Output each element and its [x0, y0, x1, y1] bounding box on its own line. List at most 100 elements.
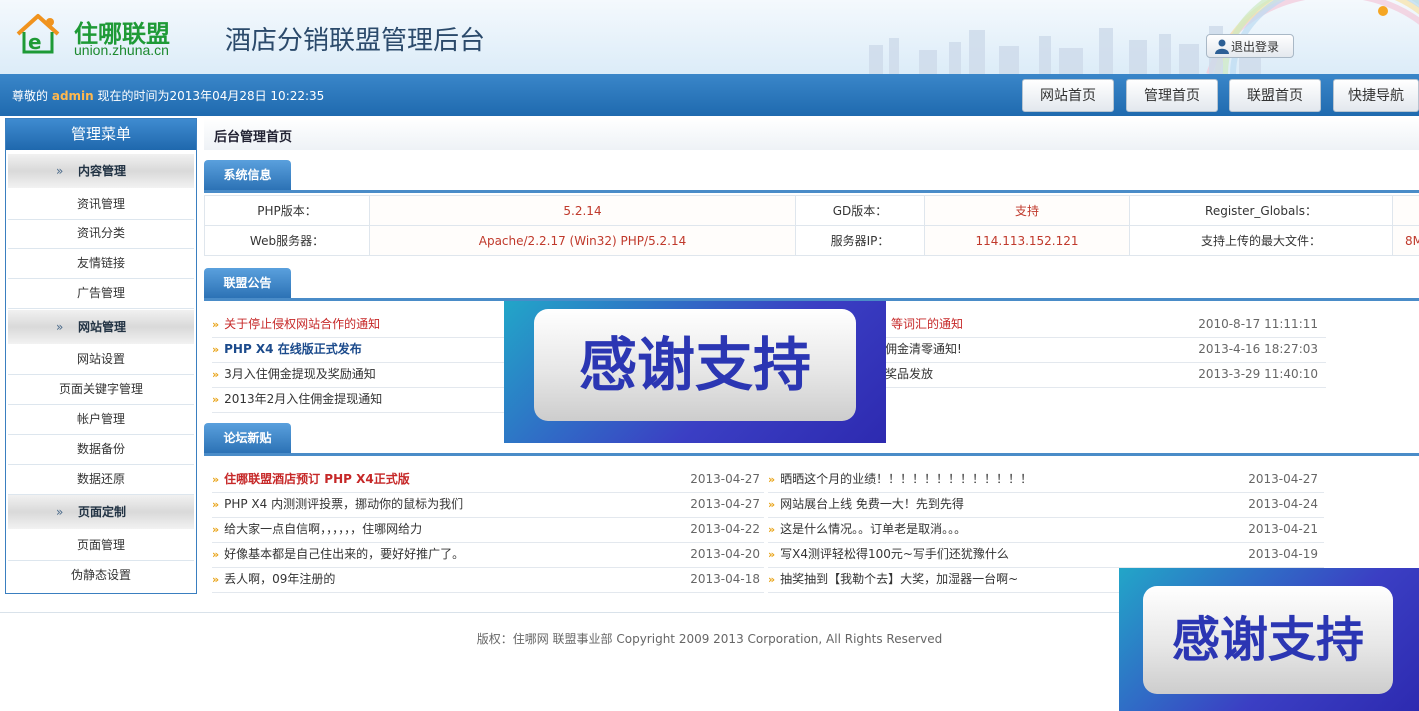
- forum-item[interactable]: » 好像基本都是自己住出来的，要好好推广了。 2013-04-20: [212, 542, 764, 568]
- breadcrumb-bar: [204, 118, 1419, 150]
- notice-title[interactable]: 3月入住佣金提现及奖励通知: [224, 367, 376, 381]
- arrow-bullet-icon: »: [768, 573, 776, 586]
- forum-item[interactable]: » 住哪联盟酒店预订 PHP X4正式版 2013-04-27: [212, 467, 764, 493]
- forum-title[interactable]: 写X4测评轻松得100元~写手们还犹豫什么: [780, 547, 1009, 561]
- notice-item[interactable]: 奖品发放 2013-3-29 11:40:10: [880, 362, 1326, 388]
- notice-item[interactable]: » 3月入住佣金提现及奖励通知: [212, 362, 512, 388]
- sidebar-item-news-category[interactable]: 资讯分类: [8, 219, 194, 249]
- arrow-bullet-icon: »: [212, 393, 220, 406]
- forum-date: 2013-04-19: [1248, 547, 1318, 561]
- forum-date: 2013-04-20: [690, 547, 760, 561]
- sidebar-item-backup[interactable]: 数据备份: [8, 435, 194, 465]
- info-value: Apache/2.2.17 (Win32) PHP/5.2.14: [369, 225, 796, 256]
- notice-title[interactable]: 奖品发放: [885, 367, 933, 381]
- info-key: GD版本：: [795, 195, 925, 226]
- tab-system-info[interactable]: 系统信息: [204, 160, 291, 190]
- forum-title[interactable]: 晒晒这个月的业绩！！！！！！！！！！！！！: [780, 472, 1032, 486]
- arrow-bullet-icon: »: [212, 343, 220, 356]
- chevron-down-icon: »: [56, 505, 64, 519]
- notice-item[interactable]: 等词汇的通知 2010-8-17 11:11:11: [880, 312, 1326, 338]
- forum-title[interactable]: PHP X4 内测测评投票，挪动你的鼠标为我们: [224, 497, 463, 511]
- tab-forum[interactable]: 论坛新贴: [204, 423, 291, 453]
- nav-admin-home-button[interactable]: 管理首页: [1126, 79, 1218, 112]
- arrow-bullet-icon: »: [768, 498, 776, 511]
- notice-title[interactable]: 2013年2月入住佣金提现通知: [224, 392, 382, 406]
- sidebar-item-page-manage[interactable]: 页面管理: [8, 531, 194, 561]
- username: admin: [51, 89, 94, 103]
- nav-quick-nav-button[interactable]: 快捷导航: [1333, 79, 1419, 112]
- forum-title[interactable]: 丢人啊，09年注册的: [224, 572, 335, 586]
- sidebar-item-accounts[interactable]: 帐户管理: [8, 405, 194, 435]
- forum-title[interactable]: 这是什么情况。。订单老是取消。。。: [780, 522, 966, 536]
- forum-item[interactable]: » 给大家一点自信啊，，，，，，住哪网给力 2013-04-22: [212, 517, 764, 543]
- logo-house-icon: e: [16, 14, 60, 54]
- sidebar-item-restore[interactable]: 数据还原: [8, 465, 194, 495]
- forum-date: 2013-04-22: [690, 522, 760, 536]
- forum-title[interactable]: 好像基本都是自己住出来的，要好好推广了。: [224, 547, 464, 561]
- info-value: 支持: [924, 195, 1130, 226]
- notice-item[interactable]: » 2013年2月入住佣金提现通知: [212, 387, 512, 413]
- info-value: 5.2.14: [369, 195, 796, 226]
- notice-item[interactable]: » PHP X4 在线版正式发布: [212, 337, 512, 363]
- notice-item[interactable]: 佣金清零通知! 2013-4-16 18:27:03: [880, 337, 1326, 363]
- logout-label: 退出登录: [1231, 40, 1280, 54]
- arrow-bullet-icon: »: [768, 548, 776, 561]
- menu-group-pages[interactable]: » 页面定制: [8, 495, 194, 529]
- forum-date: 2013-04-27: [690, 497, 760, 511]
- info-value: 8M: [1392, 225, 1419, 256]
- menu-group-site[interactable]: » 网站管理: [8, 310, 194, 344]
- forum-title[interactable]: 抽奖抽到【我勒个去】大奖，加湿器一台啊~: [780, 572, 1018, 586]
- info-value: [1392, 195, 1419, 226]
- forum-item[interactable]: » 晒晒这个月的业绩！！！！！！！！！！！！！ 2013-04-27: [768, 467, 1324, 493]
- arrow-bullet-icon: »: [212, 523, 220, 536]
- arrow-bullet-icon: »: [212, 318, 220, 331]
- notice-title[interactable]: PHP X4 在线版正式发布: [224, 342, 362, 356]
- menu-group-label: 内容管理: [78, 164, 127, 178]
- menu-group-content[interactable]: » 内容管理: [8, 154, 194, 188]
- notice-title[interactable]: 佣金清零通知!: [885, 342, 962, 356]
- system-title: 酒店分销联盟管理后台: [225, 26, 486, 56]
- tab-notices[interactable]: 联盟公告: [204, 268, 291, 298]
- forum-title[interactable]: 住哪联盟酒店预订 PHP X4正式版: [224, 472, 410, 486]
- section-divider: [204, 453, 1419, 456]
- chevron-down-icon: »: [56, 320, 64, 334]
- system-info-table: PHP版本： 5.2.14 GD版本： 支持 Register_Globals：…: [204, 195, 1419, 256]
- welcome-prefix: 尊敬的: [12, 89, 49, 103]
- forum-item[interactable]: » PHP X4 内测测评投票，挪动你的鼠标为我们 2013-04-27: [212, 492, 764, 518]
- forum-item[interactable]: » 网站展台上线 免费一大！先到先得 2013-04-24: [768, 492, 1324, 518]
- welcome-time: 现在的时间为2013年04月28日 10:22:35: [97, 89, 325, 103]
- sidebar-item-news[interactable]: 资讯管理: [8, 190, 194, 220]
- thanks-overlay-image: 感谢支持: [1119, 568, 1419, 711]
- logout-button[interactable]: 退出登录: [1206, 34, 1294, 58]
- arrow-bullet-icon: »: [212, 548, 220, 561]
- forum-item[interactable]: » 写X4测评轻松得100元~写手们还犹豫什么 2013-04-19: [768, 542, 1324, 568]
- welcome-text: 尊敬的 admin 现在的时间为2013年04月28日 10:22:35: [12, 87, 324, 104]
- thanks-overlay-image: 感谢支持: [504, 301, 886, 443]
- sidebar-item-ads[interactable]: 广告管理: [8, 279, 194, 309]
- arrow-bullet-icon: »: [212, 473, 220, 486]
- notice-title[interactable]: 等词汇的通知: [891, 317, 963, 331]
- forum-item[interactable]: » 这是什么情况。。订单老是取消。。。 2013-04-21: [768, 517, 1324, 543]
- forum-item[interactable]: » 丢人啊，09年注册的 2013-04-18: [212, 567, 764, 593]
- forum-date: 2013-04-24: [1248, 497, 1318, 511]
- table-row: Web服务器： Apache/2.2.17 (Win32) PHP/5.2.14…: [204, 225, 1419, 256]
- sidebar-item-friend-links[interactable]: 友情链接: [8, 249, 194, 279]
- notice-title[interactable]: 关于停止侵权网站合作的通知: [224, 317, 380, 331]
- info-value: 114.113.152.121: [924, 225, 1130, 256]
- forum-title[interactable]: 给大家一点自信啊，，，，，，住哪网给力: [224, 522, 422, 536]
- header: e 住哪联盟 union.zhuna.cn 酒店分销联盟管理后台 退出登录: [0, 0, 1419, 74]
- sidebar-item-page-keywords[interactable]: 页面关键字管理: [8, 375, 194, 405]
- city-skyline-decoration: [869, 0, 1419, 74]
- sidebar-item-rewrite[interactable]: 伪静态设置: [8, 561, 194, 590]
- nav-union-home-button[interactable]: 联盟首页: [1229, 79, 1321, 112]
- info-key: 服务器IP：: [795, 225, 925, 256]
- forum-title[interactable]: 网站展台上线 免费一大！先到先得: [780, 497, 964, 511]
- sidebar-item-site-settings[interactable]: 网站设置: [8, 345, 194, 375]
- arrow-bullet-icon: »: [768, 473, 776, 486]
- forum-date: 2013-04-27: [690, 472, 760, 486]
- breadcrumb: 后台管理首页: [214, 130, 293, 145]
- notice-date: 2013-3-29 11:40:10: [1198, 367, 1318, 381]
- nav-site-home-button[interactable]: 网站首页: [1022, 79, 1114, 112]
- notice-item[interactable]: » 关于停止侵权网站合作的通知: [212, 312, 512, 338]
- thanks-text: 感谢支持: [1143, 586, 1393, 694]
